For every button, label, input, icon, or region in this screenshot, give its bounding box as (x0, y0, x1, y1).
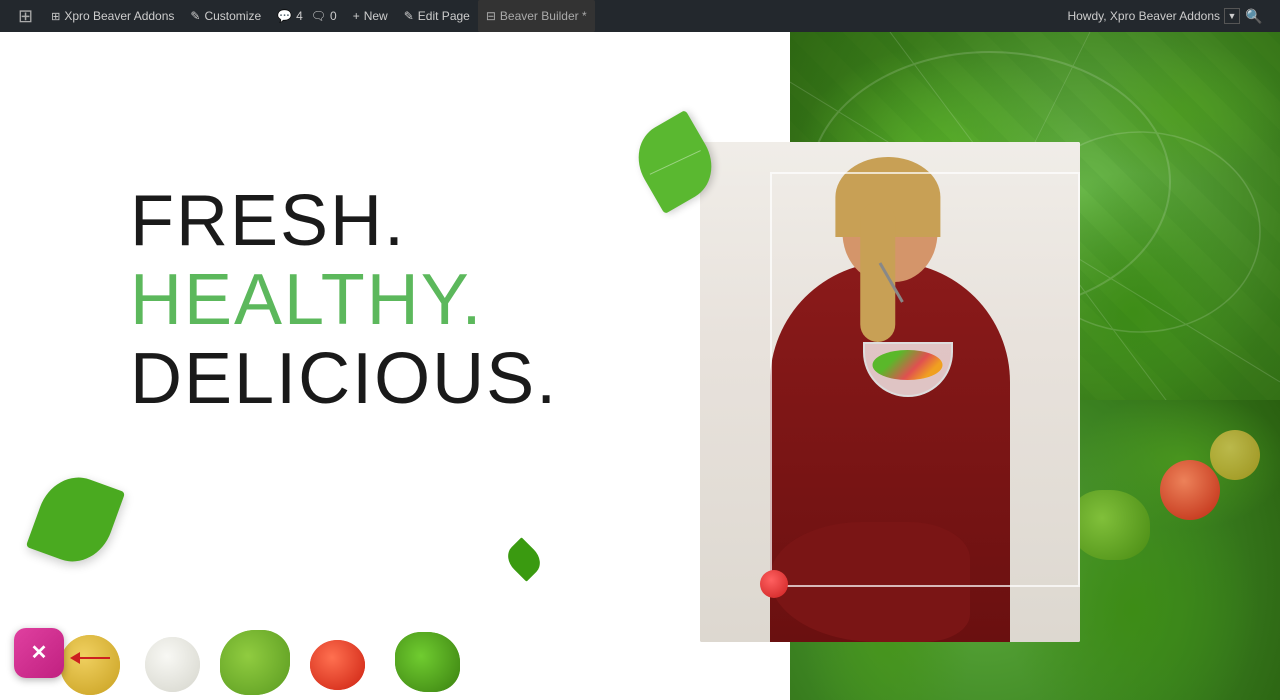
hero-line-fresh: FRESH. (130, 182, 558, 261)
customize-label: Customize (204, 9, 261, 23)
xpro-icon: ⊞ (51, 10, 60, 23)
yellow-veggie (60, 635, 120, 695)
leaf-decoration-bottom-left (38, 477, 123, 572)
hero-line-healthy: HEALTHY. (130, 261, 558, 340)
bottom-food-items (0, 620, 800, 700)
xpro-beaver-addons-menu[interactable]: ⊞ Xpro Beaver Addons (43, 0, 182, 32)
leaf-decoration-small-mid (510, 542, 538, 577)
new-menu[interactable]: + New (345, 0, 396, 32)
herb-veggie (395, 632, 460, 692)
edit-page-menu[interactable]: ✎ Edit Page (396, 0, 478, 32)
close-button[interactable]: ✕ (14, 628, 64, 678)
leaf-shape-top (625, 110, 726, 214)
new-label: New (364, 9, 388, 23)
comments-menu[interactable]: 💬 4 🗨 0 (269, 0, 345, 32)
beaver-builder-icon: ⊟ (486, 9, 496, 23)
main-content: FRESH. HEALTHY. DELICIOUS. ✕ (0, 32, 1280, 700)
beaver-builder-label: Beaver Builder * (500, 9, 587, 23)
screen-options-toggle[interactable]: ▼ (1224, 8, 1240, 24)
leaf-bl-shape (26, 467, 126, 573)
new-icon: + (353, 9, 360, 23)
hero-person-image (700, 142, 1080, 642)
admin-bar: ⊞ ⊞ Xpro Beaver Addons ✎ Customize 💬 4 🗨… (0, 0, 1280, 32)
comments-icon: 💬 (277, 9, 292, 23)
pending-count: 0 (330, 9, 337, 23)
edit-page-label: Edit Page (418, 9, 470, 23)
xpro-beaver-addons-label: Xpro Beaver Addons (64, 9, 174, 23)
hero-text-block: FRESH. HEALTHY. DELICIOUS. (130, 182, 558, 420)
admin-search-icon: 🔍 (1245, 8, 1262, 25)
customize-icon: ✎ (190, 9, 200, 23)
wp-icon: ⊞ (18, 6, 33, 27)
tomato-veggie (310, 640, 365, 690)
customize-menu[interactable]: ✎ Customize (182, 0, 269, 32)
arrow-indicator (70, 652, 110, 664)
arrow-line (80, 657, 110, 659)
pending-comments: 🗨 (311, 9, 326, 23)
tomato-shape (760, 570, 788, 598)
arrow-head-icon (70, 652, 80, 664)
beaver-builder-menu[interactable]: ⊟ Beaver Builder * (478, 0, 595, 32)
edit-page-icon: ✎ (404, 9, 414, 23)
white-veggie (145, 637, 200, 692)
tomato-decoration (760, 570, 790, 600)
admin-search-button[interactable]: 🔍 (1244, 6, 1264, 26)
leaf-decoration-top (640, 122, 720, 212)
lettuce-veggie (220, 630, 290, 695)
wp-logo[interactable]: ⊞ (8, 0, 43, 32)
admin-bar-right: Howdy, Xpro Beaver Addons ▼ 🔍 (1059, 6, 1272, 26)
screen-options-icon: ▼ (1228, 11, 1237, 21)
howdy-text: Howdy, Xpro Beaver Addons (1067, 9, 1220, 23)
leaf-sm-shape (502, 537, 547, 582)
comments-count: 4 (296, 9, 303, 23)
close-icon: ✕ (31, 643, 48, 663)
hero-line-delicious: DELICIOUS. (130, 340, 558, 419)
